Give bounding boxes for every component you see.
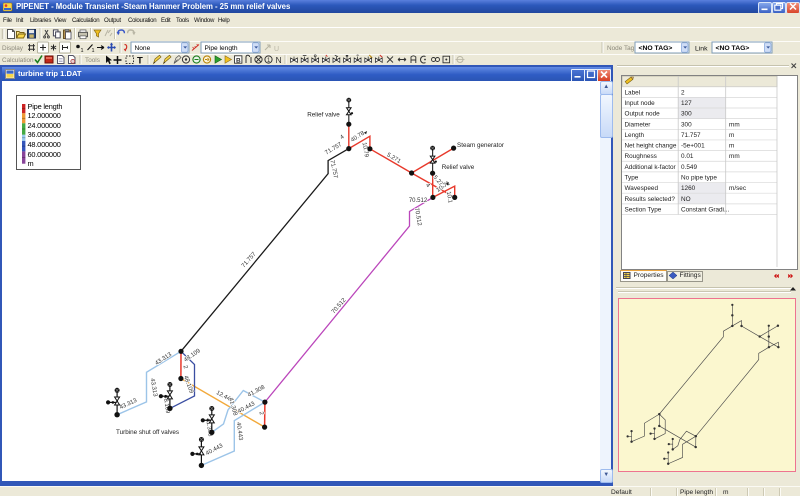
svg-text:m: m	[729, 142, 734, 149]
svg-text:Length: Length	[625, 132, 645, 139]
svg-text:71.757: 71.757	[324, 142, 343, 157]
svg-text:0.01: 0.01	[681, 153, 694, 160]
svg-text:4: 4	[424, 183, 431, 190]
svg-text:Section Type: Section Type	[625, 206, 662, 213]
svg-text:Roughness: Roughness	[625, 153, 657, 160]
svg-text:No pipe type: No pipe type	[681, 174, 717, 181]
svg-text:0.549: 0.549	[681, 164, 697, 171]
svg-text:48.109: 48.109	[183, 348, 202, 364]
svg-text:43.313: 43.313	[154, 351, 173, 366]
svg-text:<NO TAG>: <NO TAG>	[716, 45, 750, 52]
svg-text:m/sec: m/sec	[729, 185, 747, 192]
svg-text:2: 2	[258, 411, 265, 416]
svg-text:41.308: 41.308	[247, 384, 267, 398]
svg-text:Tools: Tools	[85, 57, 100, 64]
svg-text:Output node: Output node	[625, 110, 661, 117]
svg-text:43.313: 43.313	[149, 378, 158, 398]
svg-text:B: B	[236, 57, 241, 64]
svg-text:Relief valve: Relief valve	[307, 112, 340, 119]
svg-text:Type: Type	[625, 174, 639, 181]
svg-text:Constant Gradi...: Constant Gradi...	[681, 206, 730, 213]
svg-text:mm: mm	[729, 121, 740, 128]
svg-text:2: 2	[182, 365, 189, 370]
svg-text:1260: 1260	[681, 185, 696, 192]
svg-text:127: 127	[681, 100, 692, 107]
svg-text:Input node: Input node	[625, 100, 656, 107]
svg-text:4: 4	[339, 134, 346, 141]
svg-text:Link: Link	[695, 46, 708, 53]
svg-text:300: 300	[681, 110, 692, 117]
svg-text:300: 300	[681, 121, 692, 128]
svg-text:Relief valve: Relief valve	[442, 164, 475, 171]
svg-text:None: None	[135, 45, 151, 52]
svg-text:Display: Display	[2, 45, 24, 52]
svg-text:2: 2	[681, 89, 685, 96]
svg-text:Turbine shut off valves: Turbine shut off valves	[116, 429, 179, 436]
svg-text:10.1: 10.1	[445, 191, 453, 204]
svg-text:Results selected?: Results selected?	[625, 195, 676, 202]
svg-text:Wavespeed: Wavespeed	[625, 185, 659, 192]
svg-text:N: N	[276, 55, 282, 65]
svg-text:70.512: 70.512	[409, 198, 428, 204]
svg-text:mm: mm	[729, 153, 740, 160]
svg-text:40.443: 40.443	[205, 443, 225, 457]
svg-text:<NO TAG>: <NO TAG>	[639, 45, 673, 52]
svg-text:Node Tag: Node Tag	[607, 45, 635, 52]
svg-text:71.757: 71.757	[681, 132, 701, 139]
svg-text:Label: Label	[625, 89, 641, 96]
svg-text:Pipe length: Pipe length	[205, 45, 238, 52]
svg-text:71.757: 71.757	[241, 251, 258, 269]
svg-text:-5e+001: -5e+001	[681, 142, 705, 149]
svg-text:70.512: 70.512	[331, 297, 348, 315]
svg-text:Diameter: Diameter	[625, 121, 652, 128]
svg-text:70.512: 70.512	[413, 207, 422, 227]
svg-text:Calculation: Calculation	[2, 57, 34, 64]
svg-text:U: U	[274, 46, 279, 53]
svg-text:m: m	[729, 132, 734, 139]
svg-text:Additional k-factor: Additional k-factor	[625, 164, 677, 171]
svg-text:NO: NO	[681, 195, 691, 202]
svg-text:71.757: 71.757	[328, 160, 338, 180]
svg-text:Net height change: Net height change	[625, 142, 677, 149]
svg-text:40.443: 40.443	[235, 422, 244, 442]
svg-text:T: T	[137, 56, 143, 66]
svg-text:Steam generator: Steam generator	[457, 142, 504, 149]
